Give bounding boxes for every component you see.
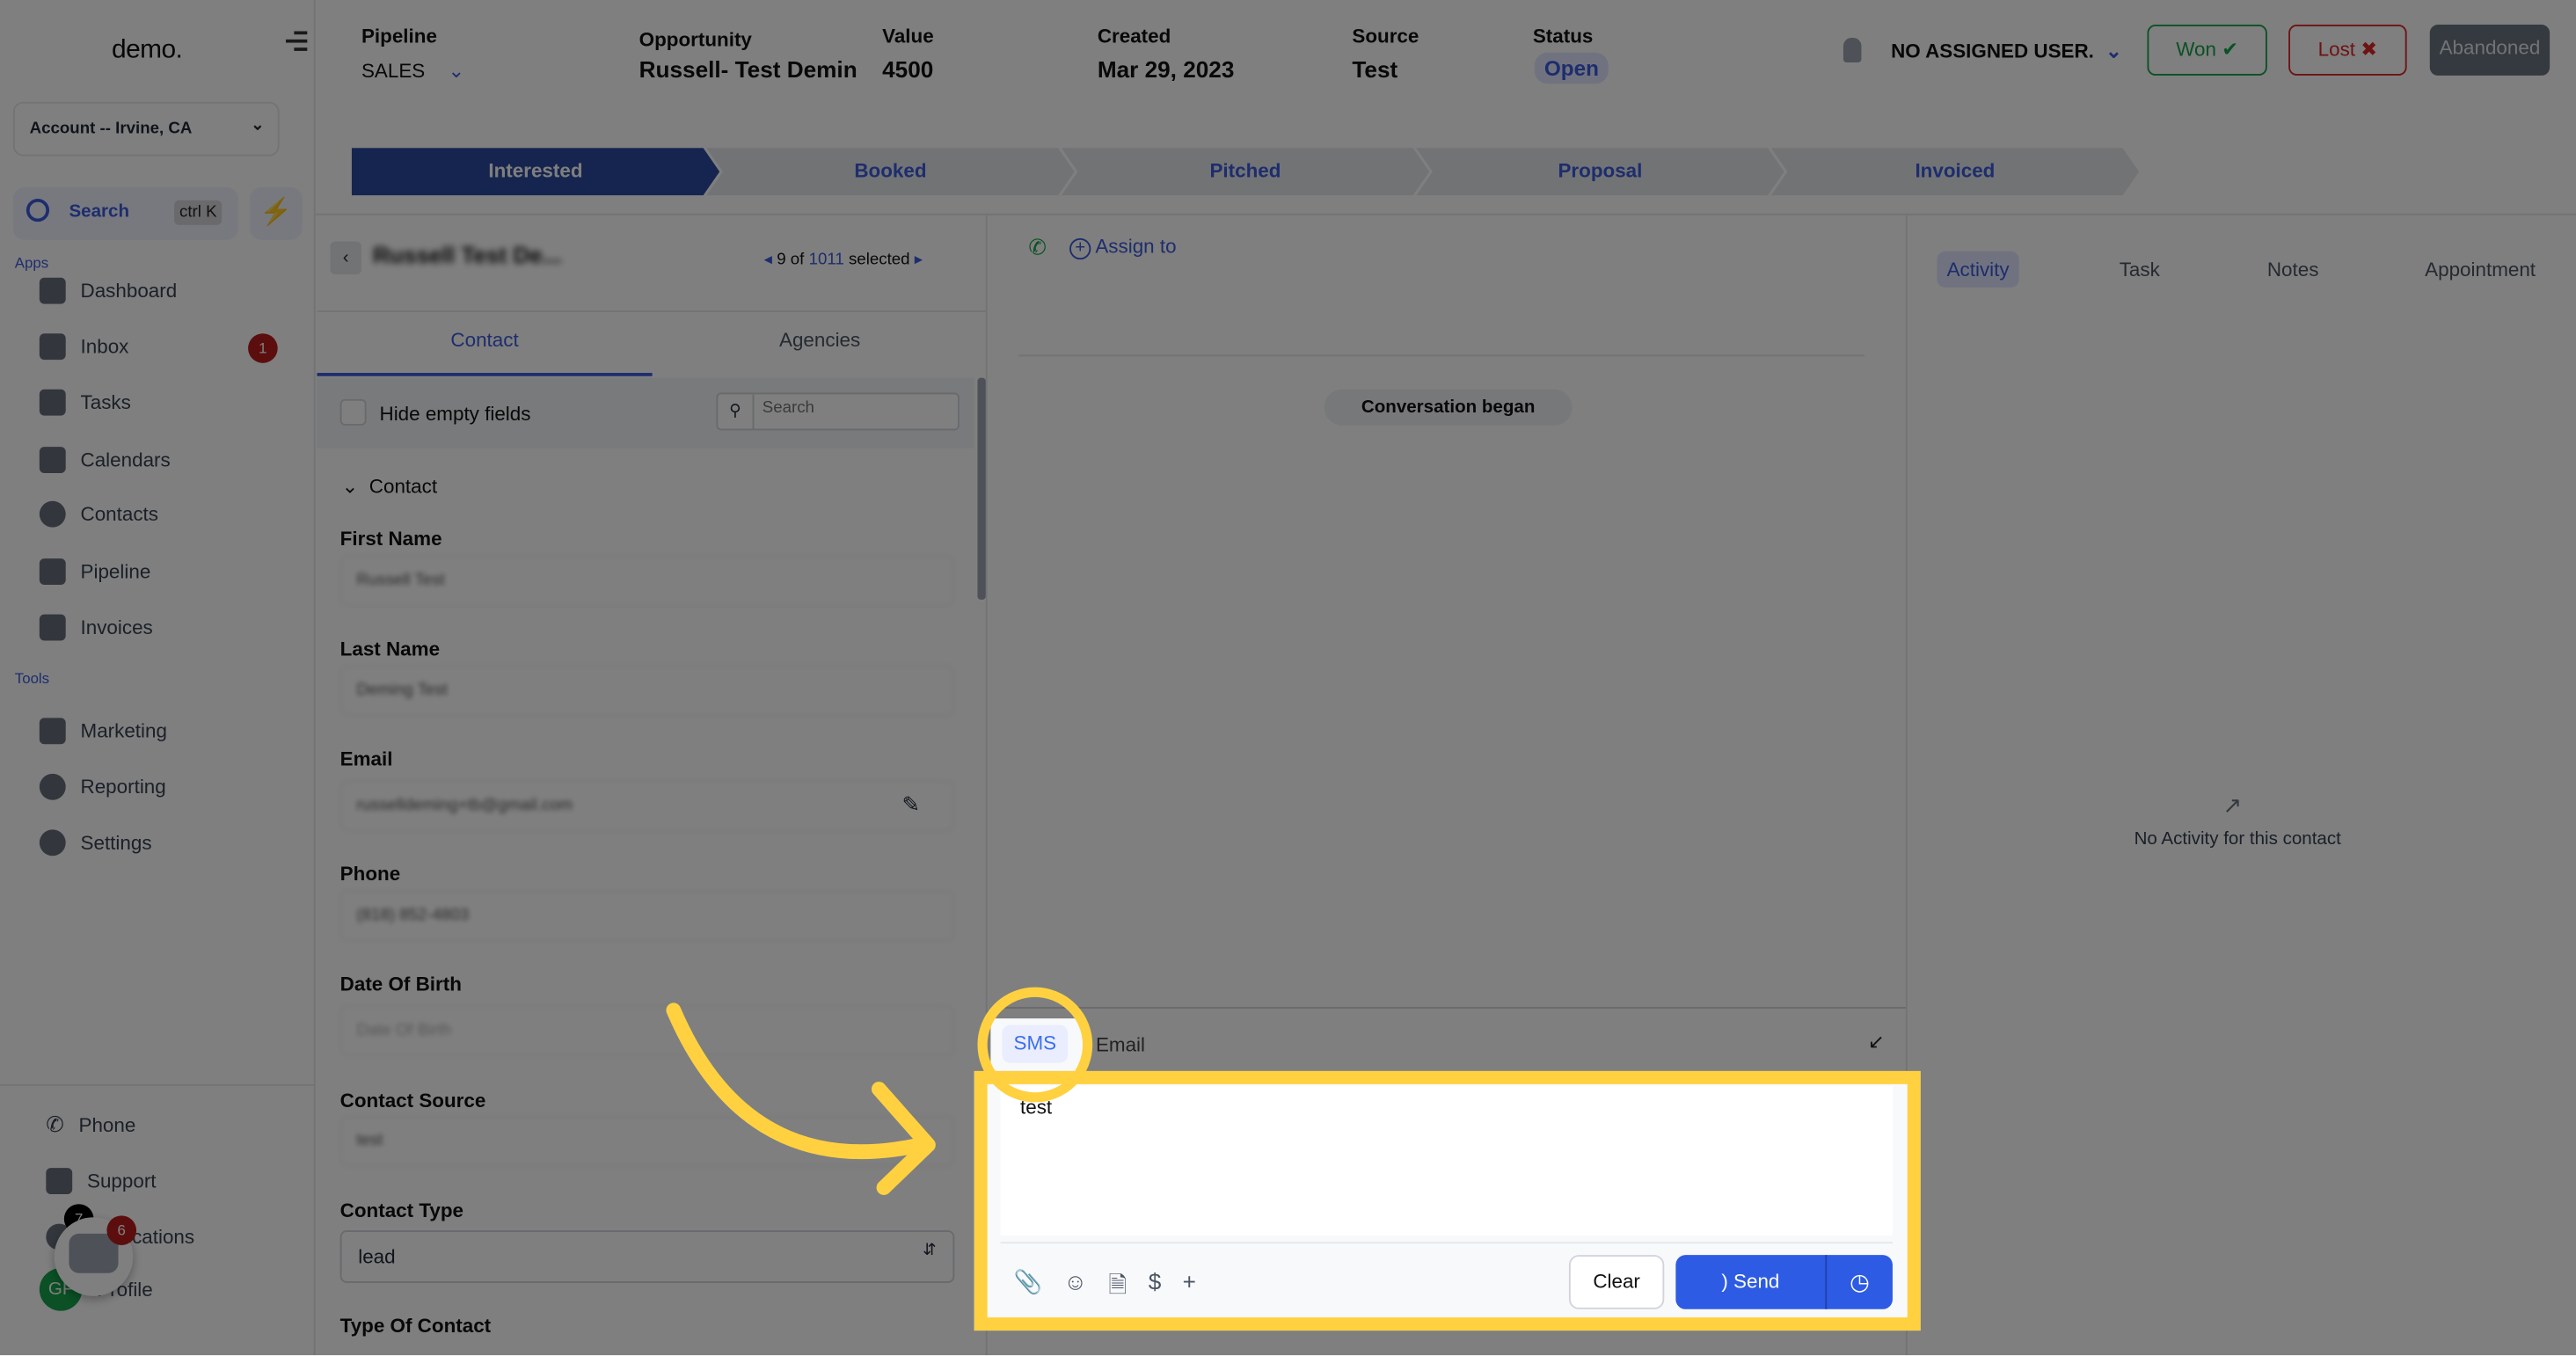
arrow-head-icon — [871, 1082, 936, 1195]
sms-highlight-circle — [977, 987, 1093, 1103]
arrow-curve — [666, 1002, 928, 1160]
tutorial-annotations — [666, 987, 1093, 1195]
